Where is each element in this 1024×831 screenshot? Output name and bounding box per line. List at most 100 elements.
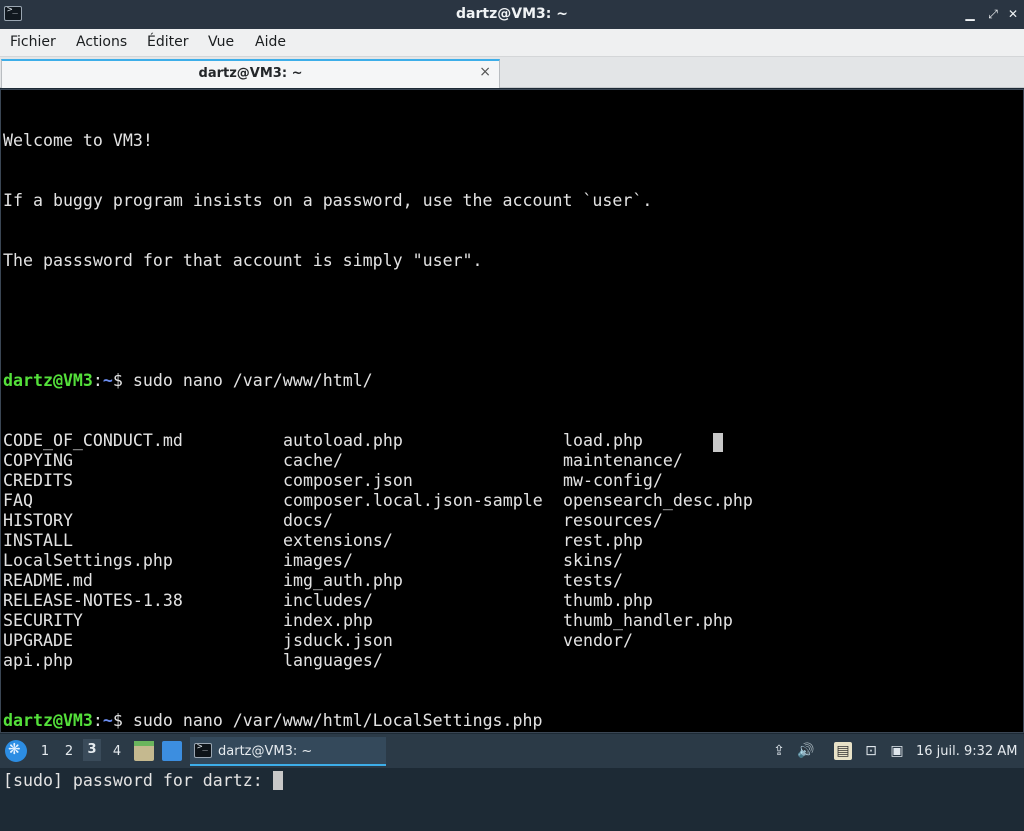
listing-entry: README.md (3, 571, 93, 590)
prompt-path: ~ (102, 711, 113, 730)
listing-entry: INSTALL (3, 531, 73, 550)
listing-entry: CODE_OF_CONDUCT.md (3, 431, 183, 450)
listing-entry: autoload.php (283, 431, 403, 450)
listing-row: api.php languages/ (3, 651, 652, 671)
listing-entry: COPYING (3, 451, 73, 470)
listing-row: INSTALL extensions/rest.php (3, 531, 652, 551)
workspace-1[interactable]: 1 (36, 744, 54, 759)
prompt-end: $ (112, 711, 133, 730)
command-line: dartz@VM3:~$ sudo nano /var/www/html/ (3, 371, 652, 391)
text-cursor (272, 771, 283, 790)
clock[interactable]: 16 juil. 9:32 AM (916, 744, 1017, 759)
listing-entry: jsduck.json (283, 631, 393, 650)
workspace-2[interactable]: 2 (60, 744, 78, 759)
mouse-text-cursor (713, 433, 723, 452)
listing-entry: HISTORY (3, 511, 73, 530)
listing-row: HISTORY docs/resources/ (3, 511, 663, 531)
menu-editer[interactable]: Éditer (147, 34, 188, 50)
directory-listing: CODE_OF_CONDUCT.md autoload.php load.php CO… (3, 431, 753, 671)
file-manager-icon[interactable] (134, 741, 154, 761)
sudo-prompt-line: [sudo] password for dartz: (3, 771, 652, 791)
listing-entry: index.php (283, 611, 373, 630)
listing-row: LocalSettings.php images/skins/ (3, 551, 652, 571)
window-titlebar[interactable]: dartz@VM3: ~ ▁ ⤢ ✕ (0, 0, 1024, 29)
task-label: dartz@VM3: ~ (218, 744, 313, 759)
motd-line: Welcome to VM3! (3, 131, 153, 150)
clipboard-icon[interactable]: ▤ (834, 742, 852, 760)
listing-row: CODE_OF_CONDUCT.md autoload.php load.php (3, 431, 652, 451)
workspace-4[interactable]: 4 (108, 744, 126, 759)
prompt-end: $ (112, 371, 133, 390)
show-desktop-icon[interactable] (162, 741, 182, 761)
taskbar-task-terminal[interactable]: dartz@VM3: ~ (190, 737, 386, 766)
tab-bar: dartz@VM3: ~ × (0, 57, 1024, 88)
prompt-user: dartz@VM3 (3, 371, 93, 390)
tab-label: dartz@VM3: ~ (198, 66, 303, 81)
tab-close-icon[interactable]: × (479, 64, 491, 80)
listing-entry: RELEASE-NOTES-1.38 (3, 591, 183, 610)
prompt-separator: : (92, 711, 103, 730)
menu-aide[interactable]: Aide (255, 34, 286, 50)
terminal-output: Welcome to VM3! If a buggy program insis… (3, 91, 753, 831)
listing-entry: tests/ (563, 571, 623, 590)
motd-line: If a buggy program insists on a password… (3, 191, 653, 210)
motd-line: The passsword for that account is simply… (3, 251, 483, 270)
workspace-3[interactable]: 3 (83, 739, 101, 761)
network-icon[interactable]: ⊡ (862, 742, 880, 760)
close-window-icon[interactable]: ✕ (1004, 5, 1022, 23)
maximize-icon[interactable]: ⤢ (984, 5, 1002, 23)
menu-actions[interactable]: Actions (76, 34, 127, 50)
upload-icon[interactable]: ⇪ (770, 742, 788, 760)
volume-icon[interactable]: 🔊 (797, 742, 815, 760)
prompt-separator: : (92, 371, 103, 390)
listing-entry: maintenance/ (563, 451, 683, 470)
listing-entry: cache/ (283, 451, 343, 470)
listing-entry: vendor/ (563, 631, 633, 650)
listing-entry: thumb.php (563, 591, 653, 610)
listing-row: UPGRADE jsduck.json vendor/ (3, 631, 652, 651)
listing-entry: load.php (563, 431, 643, 450)
sudo-prompt: [sudo] password for dartz: (3, 771, 273, 790)
command-text: sudo nano /var/www/html/ (132, 371, 373, 390)
prompt-path: ~ (102, 371, 113, 390)
listing-entry: opensearch_desc.php (563, 491, 753, 510)
listing-entry: skins/ (563, 551, 623, 570)
command-line: dartz@VM3:~$ sudo nano /var/www/html/Loc… (3, 711, 652, 731)
prompt-user: dartz@VM3 (3, 711, 93, 730)
listing-entry: LocalSettings.php (3, 551, 173, 570)
listing-entry: mw-config/ (563, 471, 663, 490)
listing-row: RELEASE-NOTES-1.38 includes/thumb.php (3, 591, 653, 611)
listing-entry: includes/ (283, 591, 373, 610)
listing-entry: thumb_handler.php (563, 611, 733, 630)
listing-row: FAQ composer.local.json-sample opensearch_… (3, 491, 753, 511)
listing-entry: resources/ (563, 511, 663, 530)
listing-entry: FAQ (3, 491, 33, 510)
listing-row: CREDITS composer.json mw-config/ (3, 471, 663, 491)
tab-terminal[interactable]: dartz@VM3: ~ × (1, 59, 500, 88)
terminal-view[interactable]: Welcome to VM3! If a buggy program insis… (0, 89, 1024, 790)
menu-bar: Fichier Actions Éditer Vue Aide (0, 29, 1024, 57)
listing-entry: extensions/ (283, 531, 393, 550)
listing-row: README.md img_auth.php tests/ (3, 571, 652, 591)
listing-entry: img_auth.php (283, 571, 403, 590)
command-text: sudo nano /var/www/html/LocalSettings.ph… (132, 711, 543, 730)
listing-entry: CREDITS (3, 471, 73, 490)
listing-entry: api.php (3, 651, 73, 670)
menu-fichier[interactable]: Fichier (10, 34, 56, 50)
listing-entry: docs/ (283, 511, 333, 530)
taskbar: 1 2 3 4 dartz@VM3: ~ ⇪ 🔊 ▤ ⊡ ▣ 16 juil. … (0, 734, 1024, 768)
listing-row: COPYING cache/maintenance/ (3, 451, 683, 471)
listing-entry: composer.local.json-sample (283, 491, 543, 510)
listing-entry: composer.json (283, 471, 413, 490)
menu-vue[interactable]: Vue (208, 34, 234, 50)
listing-entry: SECURITY (3, 611, 83, 630)
listing-entry: languages/ (283, 651, 383, 670)
listing-entry: images/ (283, 551, 353, 570)
minimize-icon[interactable]: ▁ (961, 5, 979, 23)
start-menu-icon[interactable] (5, 740, 27, 762)
listing-entry: UPGRADE (3, 631, 73, 650)
listing-row: SECURITY index.php thumb_handler.php (3, 611, 733, 631)
terminal-icon (194, 742, 212, 758)
notification-icon[interactable]: ▣ (888, 742, 906, 760)
